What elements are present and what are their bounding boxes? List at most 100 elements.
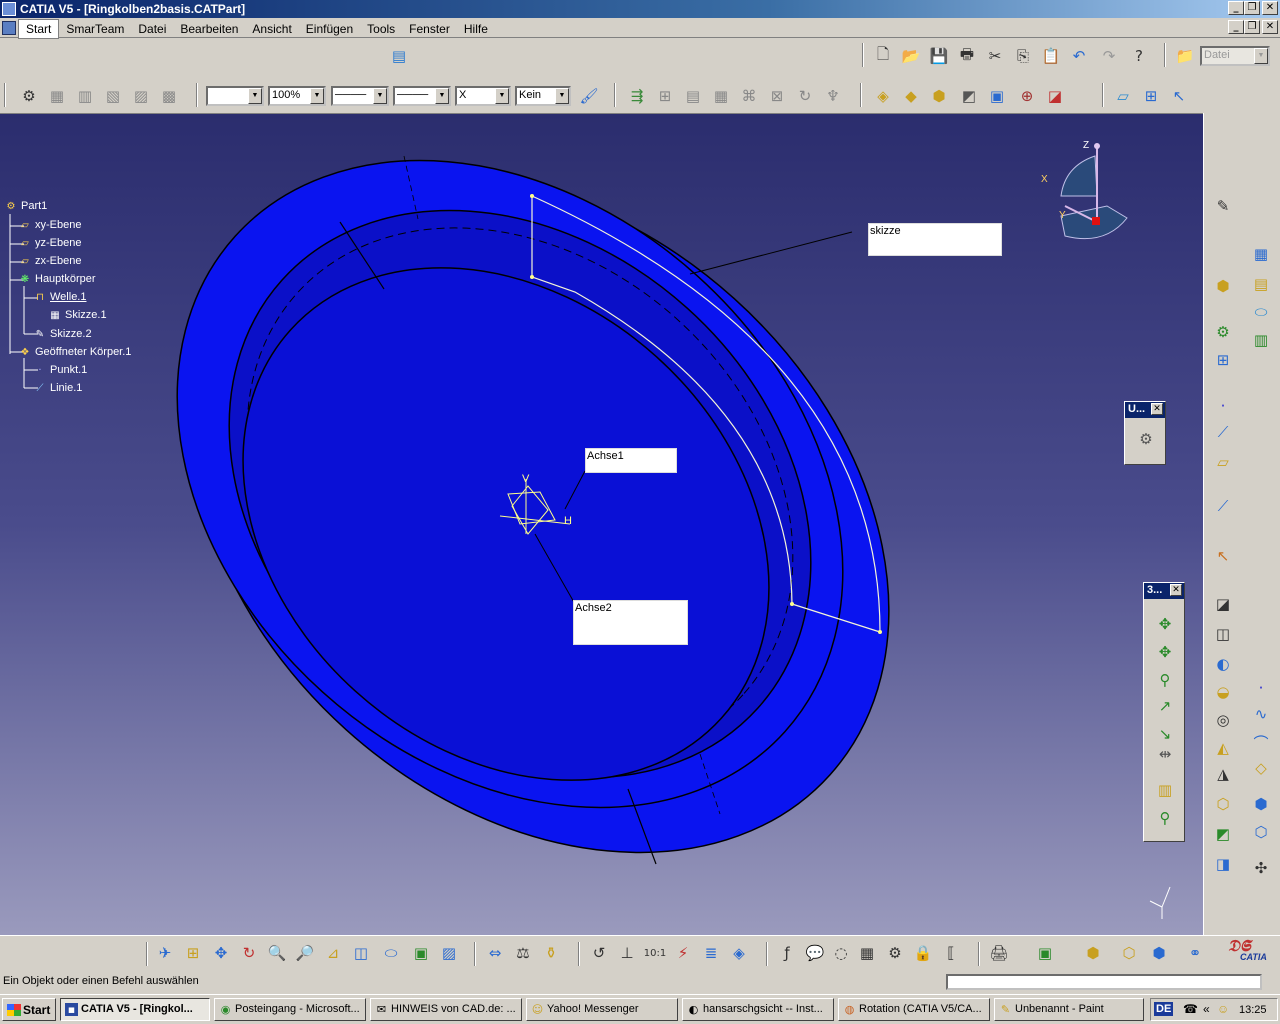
restore-button[interactable]: ❐	[1244, 1, 1260, 15]
snap-icon[interactable]: ⊕	[1016, 85, 1038, 107]
clash-icon[interactable]: ⚲	[1154, 807, 1176, 829]
measure-inertia-icon[interactable]: ⚱	[540, 942, 562, 964]
catalog-browser-icon[interactable]: ▣	[1034, 942, 1056, 964]
line-tool-icon[interactable]: ⟋	[1212, 421, 1234, 443]
3d-viewport[interactable]: V H Z X Y ⚙ Part1 ▱ xy-Ebene ▱ yz-Ebene …	[0, 113, 1203, 935]
task-outlook[interactable]: ◉ Posteingang - Microsoft...	[214, 998, 366, 1021]
arrow-down-icon[interactable]: ↘	[1154, 723, 1176, 745]
plane-icon[interactable]: ▱	[1112, 85, 1134, 107]
color-combo[interactable]: ▼	[206, 86, 264, 106]
menu-einfuegen[interactable]: Einfügen	[299, 20, 360, 38]
part-tool-icon-8[interactable]: ⬡	[1212, 793, 1234, 815]
tree-node-part1[interactable]: ⚙ Part1	[4, 200, 48, 212]
3d-palette-title[interactable]: 3... ✕	[1144, 583, 1184, 599]
axis-system-icon[interactable]: ⊥	[616, 942, 638, 964]
spin-icon[interactable]: ↺	[588, 942, 610, 964]
command-input[interactable]	[946, 974, 1262, 990]
doc-restore-button[interactable]: ❐	[1244, 20, 1260, 34]
close-button[interactable]: ✕	[1262, 1, 1278, 15]
select-arrow-icon[interactable]: ↖	[1212, 545, 1234, 567]
task-cad-notice[interactable]: ✉ HINWEIS von CAD.de: ...	[370, 998, 522, 1021]
tree-node-xy-plane[interactable]: ▱ xy-Ebene	[18, 219, 81, 231]
menu-hilfe[interactable]: Hilfe	[457, 20, 495, 38]
clock[interactable]: 13:25	[1239, 1004, 1267, 1016]
menu-smarteam[interactable]: SmarTeam	[59, 20, 131, 38]
measure-item-icon[interactable]: ⚖	[512, 942, 534, 964]
solid-icon-6[interactable]: ◪	[1044, 85, 1066, 107]
part-tool-icon-9[interactable]: ◩	[1212, 823, 1234, 845]
painter-icon[interactable]: 🖌	[578, 85, 600, 107]
redo-icon[interactable]: ↷	[1098, 45, 1120, 67]
tool-icon-12[interactable]: ⊠	[766, 85, 788, 107]
yahoo-tray-icon[interactable]: ☺	[1217, 1002, 1229, 1016]
tool-icon-7[interactable]: ⇶	[626, 85, 648, 107]
part-geometry[interactable]: V H	[0, 114, 1203, 935]
tree-node-yz-plane[interactable]: ▱ yz-Ebene	[18, 237, 81, 249]
wire-icon-3[interactable]: ⌒	[1250, 731, 1272, 753]
tool-icon-11[interactable]: ⌘	[738, 85, 760, 107]
3d-palette[interactable]: 3... ✕ ✥ ✥ ⚲ ↗ ↘ ⇹ ▥ ⚲	[1143, 582, 1185, 842]
pattern-icon[interactable]: ⊞	[1212, 349, 1234, 371]
measure-between-icon[interactable]: ⇔	[484, 942, 506, 964]
tool-icon-5[interactable]: ▨	[130, 85, 152, 107]
task-instant-message[interactable]: ◐ hansarschgsicht -- Inst...	[682, 998, 834, 1021]
user-palette-close-icon[interactable]: ✕	[1151, 403, 1163, 415]
solid-icon-2[interactable]: ◆	[900, 85, 922, 107]
tool-icon-2[interactable]: ▦	[46, 85, 68, 107]
tree-node-point1[interactable]: · Punkt.1	[33, 364, 87, 376]
tool-icon-8[interactable]: ⊞	[654, 85, 676, 107]
assembly-icon-3[interactable]: ⬢	[1148, 942, 1170, 964]
properties-icon[interactable]: ⚙	[18, 85, 40, 107]
render-style-icon[interactable]: ⬭	[380, 942, 402, 964]
part-tool-icon-4[interactable]: ◒	[1212, 681, 1234, 703]
wire-icon-6[interactable]: ⬡	[1250, 821, 1272, 843]
layer-combo[interactable]: Kein ▼	[515, 86, 571, 106]
menu-datei[interactable]: Datei	[131, 20, 173, 38]
hole-icon[interactable]: ⚙	[1212, 321, 1234, 343]
assembly-icon-1[interactable]: ⬢	[1082, 942, 1104, 964]
task-paint[interactable]: ✎ Unbenannt - Paint	[994, 998, 1144, 1021]
tool-icon-14[interactable]: ♆	[822, 85, 844, 107]
annotation-skizze[interactable]: skizze	[868, 223, 1002, 256]
measure-icon[interactable]: ▥	[1154, 779, 1176, 801]
start-button[interactable]: Start	[2, 998, 56, 1021]
wire-icon-2[interactable]: ∿	[1250, 703, 1272, 725]
tree-node-zx-plane[interactable]: ▱ zx-Ebene	[18, 255, 81, 267]
solid-icon-3[interactable]: ⬢	[928, 85, 950, 107]
wire-icon-5[interactable]: ⬢	[1250, 793, 1272, 815]
analysis-icon[interactable]: ⚡	[672, 942, 694, 964]
task-yahoo[interactable]: ☺ Yahoo! Messenger	[526, 998, 678, 1021]
tool-icon-9[interactable]: ▤	[682, 85, 704, 107]
bracket-icon[interactable]: ⟦	[940, 942, 962, 964]
window-title-bar[interactable]: CATIA V5 - [Ringkolben2basis.CATPart] _ …	[0, 0, 1280, 18]
gear-icon[interactable]: ⚙	[1135, 428, 1157, 450]
tool-icon-4[interactable]: ▧	[102, 85, 124, 107]
menu-start[interactable]: Start	[18, 19, 60, 39]
user-palette[interactable]: U... ✕ ⚙	[1124, 401, 1166, 465]
doc-close-button[interactable]: ✕	[1262, 20, 1278, 34]
linewidth-combo[interactable]: ──── ▼	[393, 86, 451, 106]
rotate-icon[interactable]: ↻	[238, 942, 260, 964]
tool-icon-10[interactable]: ▦	[710, 85, 732, 107]
grid-icon[interactable]: ⊞	[1140, 85, 1162, 107]
minimize-button[interactable]: _	[1228, 1, 1244, 15]
comment-icon[interactable]: 💬	[804, 942, 826, 964]
wire-icon-7[interactable]: ✣	[1250, 857, 1272, 879]
catia-app-icon[interactable]	[2, 2, 16, 16]
document-icon[interactable]	[2, 21, 16, 35]
tree-node-shaft[interactable]: ⊓ Welle.1	[33, 291, 86, 303]
list-icon[interactable]: ≣	[700, 942, 722, 964]
wire-icon-1[interactable]: ·	[1250, 677, 1272, 699]
open-folder-icon[interactable]: 📂	[900, 45, 922, 67]
swap-space-icon[interactable]: ▨	[438, 942, 460, 964]
part-tool-icon-7[interactable]: ◮	[1212, 763, 1234, 785]
hide-show-icon[interactable]: ▣	[410, 942, 432, 964]
wire-icon-4[interactable]: ◇	[1250, 757, 1272, 779]
doc-minimize-button[interactable]: _	[1228, 20, 1244, 34]
tray-expand-icon[interactable]: «	[1203, 1002, 1210, 1016]
part-tool-icon-1[interactable]: ◪	[1212, 593, 1234, 615]
save-icon[interactable]: 💾	[928, 45, 950, 67]
surface-icon-1[interactable]: ▦	[1250, 243, 1272, 265]
part-tool-icon-5[interactable]: ◎	[1212, 709, 1234, 731]
cut-icon[interactable]: ✂	[984, 45, 1006, 67]
